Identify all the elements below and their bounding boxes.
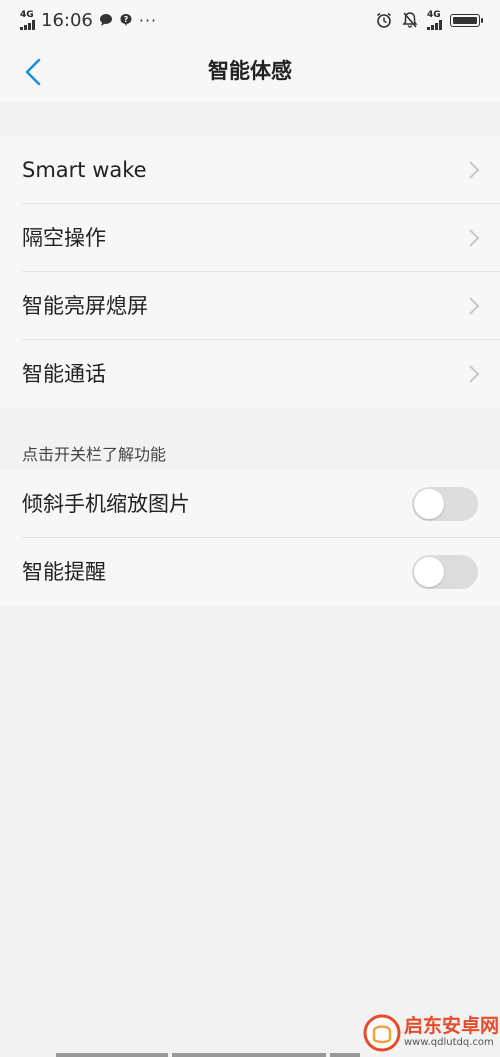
status-bar: 4G 16:06 ? ··· 4G xyxy=(0,0,500,40)
help-icon: ? xyxy=(120,14,132,26)
mobile-signal: 4G xyxy=(427,9,442,30)
watermark-url: www.qdlutdq.com xyxy=(404,1037,494,1048)
more-notifications-icon: ··· xyxy=(138,10,158,30)
nav-gesture-bar-right[interactable] xyxy=(330,1053,360,1057)
toggle-knob xyxy=(414,557,444,587)
settings-group-2: 倾斜手机缩放图片 智能提醒 xyxy=(0,470,500,606)
watermark-text: 启东安卓网 xyxy=(404,1015,500,1037)
signal-bars-icon xyxy=(427,19,442,30)
row-label: Smart wake xyxy=(22,158,147,182)
row-smart-wake[interactable]: Smart wake xyxy=(0,136,500,204)
site-watermark: 启东安卓网 www.qdlutdq.com xyxy=(360,1005,500,1057)
watermark-logo-icon xyxy=(363,1014,401,1052)
section-hint: 点击开关栏了解功能 xyxy=(22,445,167,464)
message-icon xyxy=(99,14,112,26)
network-type-label-right: 4G xyxy=(427,9,441,20)
row-air-gesture[interactable]: 隔空操作 xyxy=(0,204,500,272)
clock-time: 16:06 xyxy=(41,9,93,31)
status-right: 4G xyxy=(375,8,483,32)
row-smart-reminder[interactable]: 智能提醒 xyxy=(0,538,500,606)
tilt-zoom-toggle[interactable] xyxy=(412,487,478,521)
page-title: 智能体感 xyxy=(208,59,292,83)
toggle-knob xyxy=(414,489,444,519)
navigation-bar: 智能体感 xyxy=(0,40,500,102)
chevron-right-icon xyxy=(469,229,480,247)
chevron-right-icon xyxy=(469,365,480,383)
battery-icon xyxy=(450,13,483,27)
chevron-right-icon xyxy=(469,297,480,315)
row-label: 智能通话 xyxy=(22,362,106,386)
signal-indicator: 4G xyxy=(20,9,35,30)
row-smart-call[interactable]: 智能通话 xyxy=(0,340,500,408)
row-smart-screen-on-off[interactable]: 智能亮屏熄屏 xyxy=(0,272,500,340)
mute-notification-icon xyxy=(402,12,418,28)
row-label: 智能亮屏熄屏 xyxy=(22,294,148,318)
row-label: 隔空操作 xyxy=(22,226,106,250)
smart-reminder-toggle[interactable] xyxy=(412,555,478,589)
chevron-right-icon xyxy=(469,161,480,179)
row-tilt-zoom-image[interactable]: 倾斜手机缩放图片 xyxy=(0,470,500,538)
settings-group-1: Smart wake 隔空操作 智能亮屏熄屏 智能通话 xyxy=(0,136,500,408)
signal-icon xyxy=(20,19,35,30)
status-left: 4G 16:06 ? ··· xyxy=(20,8,157,32)
nav-gesture-bar-center[interactable] xyxy=(172,1053,326,1057)
alarm-icon xyxy=(377,12,391,28)
nav-gesture-bar-left[interactable] xyxy=(56,1053,168,1057)
svg-text:?: ? xyxy=(124,15,129,24)
row-label: 智能提醒 xyxy=(22,560,106,584)
row-label: 倾斜手机缩放图片 xyxy=(22,492,190,516)
network-type-label: 4G xyxy=(20,9,34,20)
